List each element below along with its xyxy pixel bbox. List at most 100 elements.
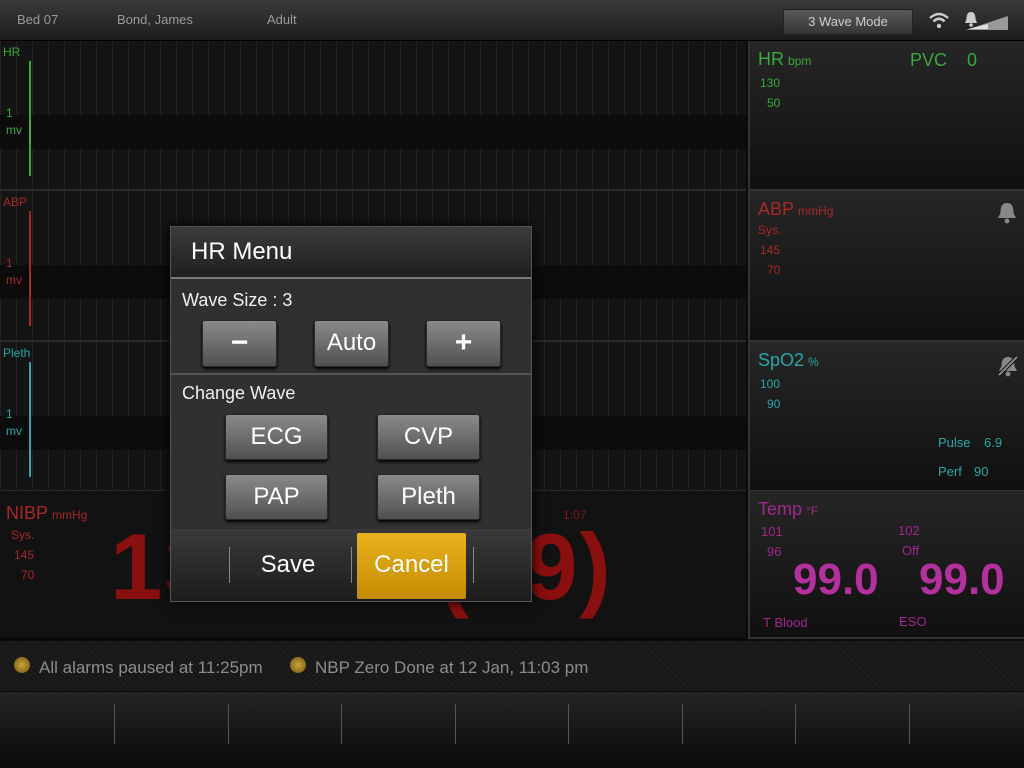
spo2-param-unit: %	[808, 355, 819, 369]
pleth-scale-value: 1	[6, 407, 13, 421]
wave-size-decrease-button[interactable]: −	[202, 320, 277, 367]
bottom-toolbar	[0, 692, 1024, 768]
hr-alarm-low: 50	[767, 96, 781, 110]
hr-param-panel[interactable]: HR bpm PVC 0 130 50	[748, 41, 1024, 191]
wave-size-increase-button[interactable]: +	[426, 320, 501, 367]
save-button[interactable]: Save	[233, 545, 343, 585]
toolbar-separator	[114, 704, 115, 744]
change-wave-ecg-button[interactable]: ECG	[225, 414, 328, 460]
nibp-sys-label: Sys.	[11, 528, 35, 542]
status-message-nbp: NBP Zero Done at 12 Jan, 11:03 pm	[315, 658, 589, 677]
status-bar: All alarms paused at 11:25pm NBP Zero Do…	[0, 641, 1024, 691]
hr-param-unit: bpm	[788, 54, 812, 68]
temp1-site-label: T Blood	[763, 615, 808, 630]
abp-sys-label: Sys.	[758, 223, 782, 237]
nibp-alarm-high: 145	[14, 548, 35, 562]
hr-wave-panel[interactable]: HR 1 mv	[0, 41, 746, 191]
toolbar-separator	[568, 704, 569, 744]
nbp-status-dot	[290, 657, 306, 673]
cancel-button[interactable]: Cancel	[357, 533, 466, 599]
temp2-value: 99.0	[919, 555, 1005, 604]
temp1-alarm-high: 101	[761, 524, 783, 539]
pleth-scale-bar	[29, 362, 31, 477]
hr-param-name: HR	[758, 49, 784, 69]
perf-label: Perf	[938, 464, 962, 479]
toolbar-separator	[228, 704, 229, 744]
alarm-muted-icon[interactable]	[996, 354, 1020, 378]
hr-param-title: HR bpm	[758, 49, 811, 70]
temp1-alarm-low: 96	[767, 544, 782, 559]
volume-level-icon[interactable]	[966, 14, 1010, 32]
spo2-param-name: SpO2	[758, 350, 805, 370]
abp-alarm-low: 70	[767, 263, 781, 277]
change-wave-label: Change Wave	[182, 383, 296, 403]
temp2-alarm-high: 102	[898, 523, 920, 538]
wave-mode-button[interactable]: 3 Wave Mode	[783, 9, 913, 35]
hr-wave-band	[0, 115, 746, 149]
toolbar-separator	[341, 704, 342, 744]
wave-size-section: Wave Size : 3 − Auto +	[171, 279, 531, 375]
abp-alarm-high: 145	[760, 243, 781, 257]
dialog-title: HR Menu	[191, 238, 293, 265]
temp2-site-label: ESO	[899, 614, 927, 629]
change-wave-pap-button[interactable]: PAP	[225, 474, 328, 520]
change-wave-pleth-button[interactable]: Pleth	[377, 474, 480, 520]
pulse-label: Pulse	[938, 435, 971, 450]
hr-wave-label: HR	[3, 45, 21, 59]
hr-scale-value: 1	[6, 106, 13, 120]
pulse-value: 6.9	[984, 435, 1003, 450]
pleth-scale-unit: mv	[6, 424, 22, 438]
hr-scale-unit: mv	[6, 123, 22, 137]
hr-menu-dialog: HR Menu Wave Size : 3 − Auto + Change Wa…	[170, 226, 532, 602]
temp-param-title: Temp °F	[758, 499, 818, 520]
abp-param-title: ABP mmHg	[758, 199, 833, 220]
alarm-bell-icon[interactable]	[996, 201, 1018, 225]
abp-wave-label: ABP	[3, 195, 28, 209]
temp1-value: 99.0	[793, 555, 879, 604]
patient-name: Bond, James	[117, 12, 193, 27]
nibp-title: NIBP mmHg	[6, 503, 87, 524]
alarm-status-dot	[14, 657, 30, 673]
abp-param-name: ABP	[758, 199, 795, 219]
abp-scale-unit: mv	[6, 273, 22, 287]
spo2-param-panel[interactable]: SpO2% 100 90 Pulse 6.9 Perf 90	[748, 342, 1024, 492]
nibp-name: NIBP	[6, 503, 49, 523]
footer-separator	[473, 547, 474, 583]
spo2-alarm-high: 100	[760, 377, 781, 391]
wifi-icon	[929, 12, 949, 29]
abp-scale-bar	[29, 211, 31, 326]
pvc-value: 0	[967, 50, 978, 70]
temp-param-unit: °F	[806, 504, 819, 518]
abp-param-unit: mmHg	[798, 204, 834, 218]
change-wave-section: Change Wave ECG CVP PAP Pleth	[171, 375, 531, 529]
footer-separator	[351, 547, 352, 583]
status-message-alarms: All alarms paused at 11:25pm	[39, 658, 263, 677]
pleth-wave-label: Pleth	[3, 346, 31, 360]
hr-alarm-high: 130	[760, 76, 781, 90]
spo2-alarm-low: 90	[767, 397, 781, 411]
top-bar: Bed 07 Bond, James Adult 3 Wave Mode	[0, 0, 1024, 41]
change-wave-cvp-button[interactable]: CVP	[377, 414, 480, 460]
toolbar-separator	[909, 704, 910, 744]
abp-param-panel[interactable]: ABP mmHg Sys. 145 70	[748, 191, 1024, 342]
temp-param-name: Temp	[758, 499, 803, 519]
temp-param-panel[interactable]: Temp °F 101 96 102 Off 99.0 99.0 T Blood …	[748, 491, 1024, 639]
nibp-alarm-low: 70	[21, 568, 35, 582]
toolbar-separator	[682, 704, 683, 744]
toolbar-separator	[795, 704, 796, 744]
nibp-unit: mmHg	[52, 508, 88, 522]
footer-separator	[229, 547, 230, 583]
abp-scale-value: 1	[6, 256, 13, 270]
bed-label: Bed 07	[17, 12, 59, 27]
spo2-param-title: SpO2%	[758, 350, 819, 371]
patient-category: Adult	[267, 12, 297, 27]
wave-size-label: Wave Size : 3	[182, 290, 293, 310]
pvc-label: PVC	[910, 50, 948, 70]
temp2-alarm-low: Off	[902, 543, 920, 558]
dialog-header: HR Menu	[171, 227, 531, 279]
toolbar-separator	[455, 704, 456, 744]
dialog-footer: Save Cancel	[171, 529, 531, 601]
wave-size-auto-button[interactable]: Auto	[314, 320, 389, 367]
perf-value: 90	[974, 464, 989, 479]
hr-scale-bar	[29, 61, 31, 176]
